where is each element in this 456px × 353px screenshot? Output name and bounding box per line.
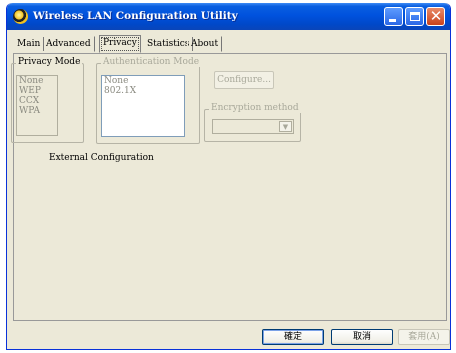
ok-button[interactable]: 確定 [262,329,324,345]
minimize-button[interactable] [384,7,403,26]
cancel-button[interactable]: 取消 [331,329,393,345]
window-title: Wireless LAN Configuration Utility [33,10,238,22]
list-item[interactable]: WPA [17,106,57,116]
close-button[interactable]: ✕ [426,7,445,26]
list-item[interactable]: CCX [17,96,57,106]
minimize-icon [389,19,396,22]
tab-advanced[interactable]: Advanced [42,36,95,52]
title-bar[interactable]: Wireless LAN Configuration Utility ✕ [7,3,450,30]
tab-about[interactable]: About [187,36,223,52]
app-icon [13,9,28,24]
authentication-mode-label: Authentication Mode [101,57,202,67]
tab-main[interactable]: Main [13,36,45,52]
close-icon: ✕ [429,7,443,25]
privacy-mode-label: Privacy Mode [16,57,83,67]
maximize-button[interactable] [405,7,424,26]
authentication-mode-list[interactable]: None 802.1X [101,75,185,137]
maximize-icon [410,12,420,21]
list-item[interactable]: WEP [17,86,57,96]
tab-privacy[interactable]: Privacy [99,35,141,53]
main-window: Wireless LAN Configuration Utility ✕ Mai… [6,3,451,350]
privacy-mode-list[interactable]: None WEP CCX WPA [16,75,58,136]
configure-button[interactable]: Configure... [214,71,274,89]
list-item[interactable]: None [17,76,57,86]
encryption-method-select[interactable]: ▼ [212,119,294,134]
list-item[interactable]: None [102,76,184,86]
privacy-mode-group: Privacy Mode None WEP CCX WPA [11,57,84,143]
external-configuration-label: External Configuration [49,153,154,163]
authentication-mode-group: Authentication Mode None 802.1X [96,57,202,144]
tab-statistics[interactable]: Statistics [143,36,194,52]
list-item[interactable]: 802.1X [102,86,184,96]
chevron-down-icon[interactable]: ▼ [279,121,292,132]
encryption-method-label: Encryption method [209,103,301,113]
apply-button[interactable]: 套用(A) [398,329,450,345]
